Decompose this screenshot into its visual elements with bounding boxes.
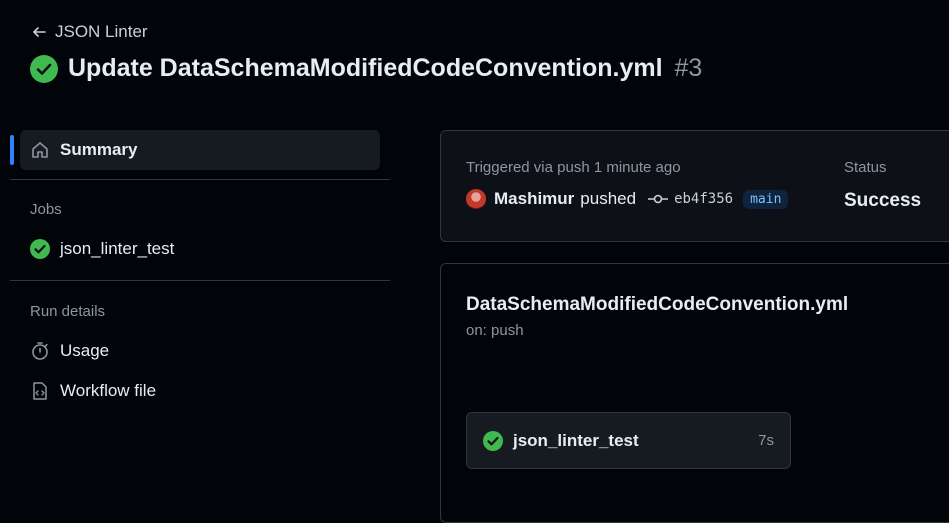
sidebar-item-label: json_linter_test <box>60 239 175 258</box>
run-details-heading: Run details <box>30 303 106 320</box>
user-link[interactable]: Mashimur <box>494 189 574 209</box>
sidebar-item-workflow-file[interactable]: Workflow file <box>30 381 156 401</box>
page-title-row: Update DataSchemaModifiedCodeConvention.… <box>30 54 702 83</box>
arrow-left-icon <box>33 27 46 37</box>
sidebar-item-label: Usage <box>60 341 110 360</box>
job-name: json_linter_test <box>513 430 639 450</box>
success-check-icon <box>30 54 58 83</box>
push-info: Mashimur pushed eb4f356 main <box>466 189 789 209</box>
job-node[interactable]: json_linter_test 7s <box>466 412 791 469</box>
status-value: Success <box>844 190 922 211</box>
run-summary-card <box>440 130 949 242</box>
commit-sha[interactable]: eb4f356 <box>674 191 733 207</box>
file-code-icon <box>33 382 47 400</box>
sidebar-item-usage[interactable]: Usage <box>30 341 109 361</box>
sidebar-item-label: Summary <box>60 140 138 159</box>
sidebar-item-job[interactable]: json_linter_test <box>30 239 174 259</box>
success-check-icon <box>483 430 503 451</box>
triggered-text: Triggered via push 1 minute ago <box>466 159 681 176</box>
page-title: Update DataSchemaModifiedCodeConvention.… <box>68 54 663 82</box>
avatar[interactable] <box>466 189 486 209</box>
branch-badge[interactable]: main <box>743 189 789 209</box>
back-link[interactable]: JSON Linter <box>31 22 148 42</box>
sidebar-divider <box>10 179 390 180</box>
workflow-trigger: on: push <box>466 322 524 339</box>
sidebar-item-label: Workflow file <box>60 381 157 400</box>
active-indicator <box>10 135 14 165</box>
success-check-icon <box>30 239 50 259</box>
home-icon <box>32 142 48 158</box>
workflow-file-name: DataSchemaModifiedCodeConvention.yml <box>466 294 849 315</box>
jobs-heading: Jobs <box>30 201 62 218</box>
commit-icon <box>648 194 669 204</box>
stopwatch-icon <box>32 342 48 360</box>
back-link-label: JSON Linter <box>55 22 148 41</box>
status-label: Status <box>844 159 887 176</box>
sidebar-divider <box>10 280 390 281</box>
action-text: pushed <box>580 189 637 208</box>
sidebar-item-summary[interactable]: Summary <box>20 130 380 170</box>
job-duration: 7s <box>758 432 774 449</box>
run-number: #3 <box>674 54 703 82</box>
